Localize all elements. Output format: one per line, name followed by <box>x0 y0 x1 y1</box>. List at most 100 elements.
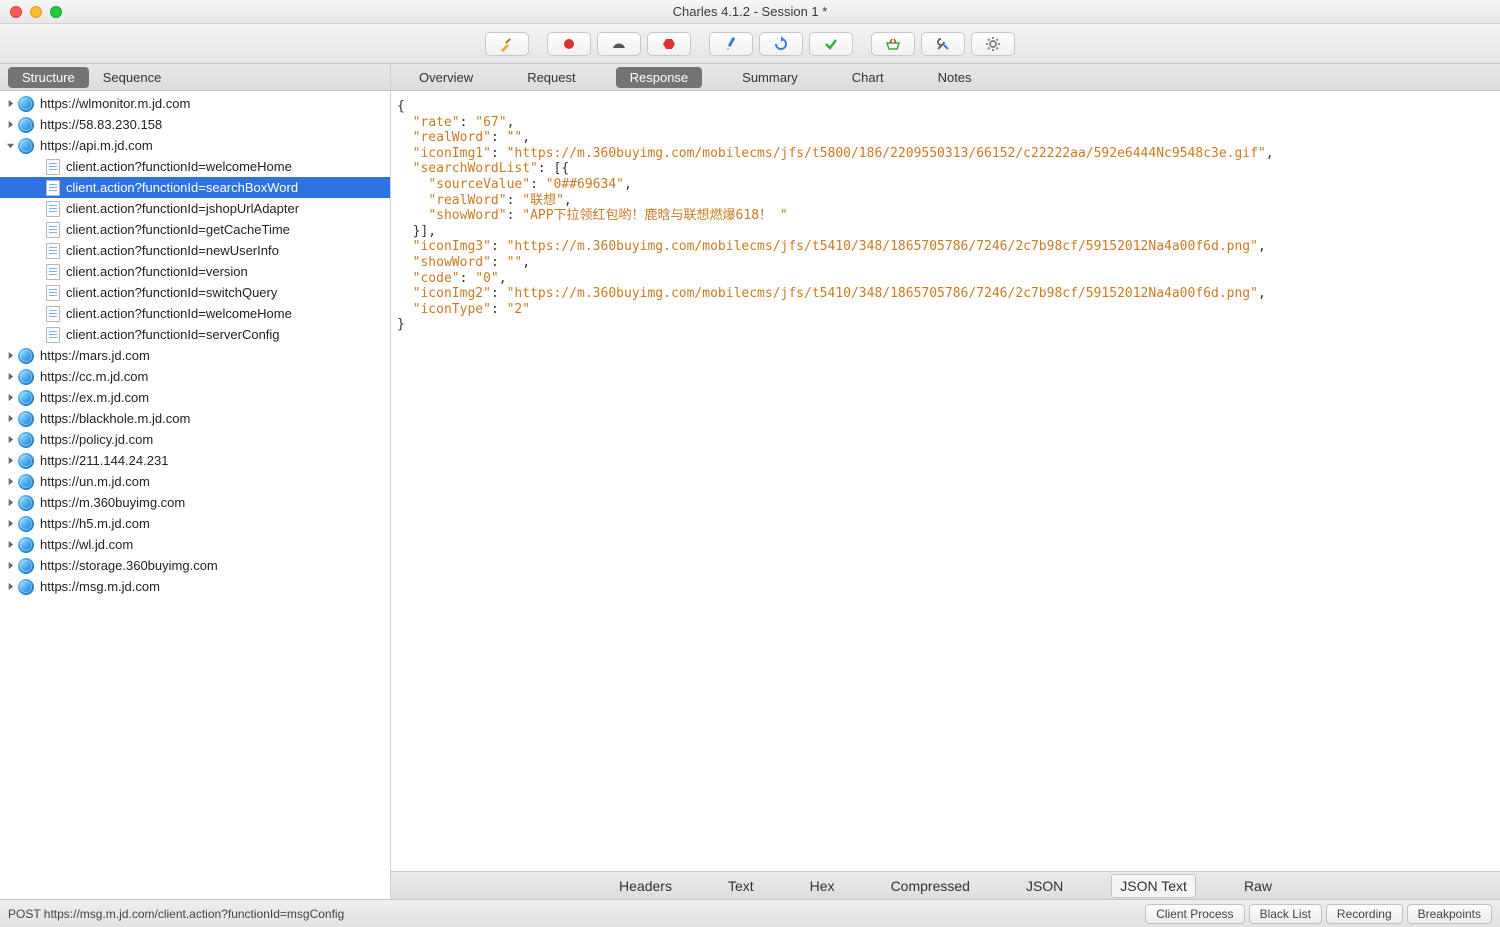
request-label: client.action?functionId=newUserInfo <box>66 243 279 258</box>
host-node[interactable]: https://wlmonitor.m.jd.com <box>0 93 390 114</box>
request-node[interactable]: client.action?functionId=getCacheTime <box>0 219 390 240</box>
bottom-tabbar: Headers Text Hex Compressed JSON JSON Te… <box>391 871 1500 899</box>
settings-button[interactable] <box>971 32 1015 56</box>
btab-raw[interactable]: Raw <box>1236 875 1280 897</box>
file-icon <box>46 285 60 301</box>
chevron-right-icon[interactable] <box>4 434 16 446</box>
chevron-right-icon[interactable] <box>4 455 16 467</box>
minimize-window-icon[interactable] <box>30 6 42 18</box>
tab-request[interactable]: Request <box>513 67 589 88</box>
request-label: client.action?functionId=welcomeHome <box>66 306 292 321</box>
file-icon <box>46 306 60 322</box>
tab-notes[interactable]: Notes <box>924 67 986 88</box>
window-title: Charles 4.1.2 - Session 1 * <box>0 4 1500 19</box>
chevron-right-icon[interactable] <box>4 518 16 530</box>
close-window-icon[interactable] <box>10 6 22 18</box>
btab-json[interactable]: JSON <box>1018 875 1071 897</box>
request-node[interactable]: client.action?functionId=jshopUrlAdapter <box>0 198 390 219</box>
pill-breakpoints[interactable]: Breakpoints <box>1407 904 1492 924</box>
globe-icon <box>18 474 34 490</box>
request-label: client.action?functionId=welcomeHome <box>66 159 292 174</box>
tools-button[interactable] <box>921 32 965 56</box>
host-node[interactable]: https://cc.m.jd.com <box>0 366 390 387</box>
chevron-right-icon[interactable] <box>4 560 16 572</box>
status-text: POST https://msg.m.jd.com/client.action?… <box>8 907 344 921</box>
globe-icon <box>18 138 34 154</box>
host-node[interactable]: https://mars.jd.com <box>0 345 390 366</box>
btab-compressed[interactable]: Compressed <box>883 875 978 897</box>
chevron-right-icon[interactable] <box>4 497 16 509</box>
validate-button[interactable] <box>809 32 853 56</box>
host-node[interactable]: https://wl.jd.com <box>0 534 390 555</box>
tab-overview[interactable]: Overview <box>405 67 487 88</box>
zoom-window-icon[interactable] <box>50 6 62 18</box>
file-icon <box>46 222 60 238</box>
host-node[interactable]: https://storage.360buyimg.com <box>0 555 390 576</box>
tab-sequence[interactable]: Sequence <box>89 67 176 88</box>
pill-black-list[interactable]: Black List <box>1249 904 1322 924</box>
host-node[interactable]: https://msg.m.jd.com <box>0 576 390 597</box>
broom-button[interactable] <box>485 32 529 56</box>
pill-recording[interactable]: Recording <box>1326 904 1403 924</box>
file-icon <box>46 201 60 217</box>
host-node[interactable]: https://policy.jd.com <box>0 429 390 450</box>
sidebar: Structure Sequence https://wlmonitor.m.j… <box>0 64 391 899</box>
host-node[interactable]: https://211.144.24.231 <box>0 450 390 471</box>
chevron-right-icon[interactable] <box>4 98 16 110</box>
btab-jsontext[interactable]: JSON Text <box>1111 874 1196 898</box>
host-node[interactable]: https://api.m.jd.com <box>0 135 390 156</box>
chevron-right-icon[interactable] <box>4 581 16 593</box>
request-node[interactable]: client.action?functionId=newUserInfo <box>0 240 390 261</box>
host-label: https://211.144.24.231 <box>40 453 168 468</box>
tab-structure[interactable]: Structure <box>8 67 89 88</box>
file-icon <box>46 243 60 259</box>
request-node[interactable]: client.action?functionId=welcomeHome <box>0 303 390 324</box>
host-node[interactable]: https://58.83.230.158 <box>0 114 390 135</box>
chevron-right-icon[interactable] <box>4 392 16 404</box>
chevron-right-icon[interactable] <box>4 119 16 131</box>
request-node[interactable]: client.action?functionId=welcomeHome <box>0 156 390 177</box>
globe-icon <box>18 558 34 574</box>
host-tree[interactable]: https://wlmonitor.m.jd.comhttps://58.83.… <box>0 91 390 899</box>
chevron-right-icon[interactable] <box>4 350 16 362</box>
chevron-right-icon[interactable] <box>4 371 16 383</box>
host-node[interactable]: https://ex.m.jd.com <box>0 387 390 408</box>
record-button[interactable] <box>547 32 591 56</box>
tab-chart[interactable]: Chart <box>838 67 898 88</box>
repeat-button[interactable] <box>759 32 803 56</box>
chevron-right-icon[interactable] <box>4 539 16 551</box>
host-label: https://api.m.jd.com <box>40 138 153 153</box>
host-label: https://blackhole.m.jd.com <box>40 411 190 426</box>
request-node[interactable]: client.action?functionId=serverConfig <box>0 324 390 345</box>
chevron-right-icon[interactable] <box>4 476 16 488</box>
request-node[interactable]: client.action?functionId=searchBoxWord <box>0 177 390 198</box>
host-label: https://msg.m.jd.com <box>40 579 160 594</box>
response-json-text[interactable]: { "rate": "67", "realWord": "", "iconImg… <box>391 91 1500 871</box>
host-node[interactable]: https://un.m.jd.com <box>0 471 390 492</box>
chevron-right-icon[interactable] <box>4 413 16 425</box>
host-node[interactable]: https://m.360buyimg.com <box>0 492 390 513</box>
pill-client-process[interactable]: Client Process <box>1145 904 1244 924</box>
btab-hex[interactable]: Hex <box>802 875 843 897</box>
btab-headers[interactable]: Headers <box>611 875 680 897</box>
request-node[interactable]: client.action?functionId=switchQuery <box>0 282 390 303</box>
edit-button[interactable] <box>709 32 753 56</box>
host-node[interactable]: https://blackhole.m.jd.com <box>0 408 390 429</box>
host-label: https://cc.m.jd.com <box>40 369 148 384</box>
request-node[interactable]: client.action?functionId=version <box>0 261 390 282</box>
throttle-button[interactable] <box>597 32 641 56</box>
host-label: https://storage.360buyimg.com <box>40 558 218 573</box>
file-icon <box>46 159 60 175</box>
host-node[interactable]: https://h5.m.jd.com <box>0 513 390 534</box>
globe-icon <box>18 390 34 406</box>
stop-button[interactable] <box>647 32 691 56</box>
host-label: https://un.m.jd.com <box>40 474 150 489</box>
request-label: client.action?functionId=getCacheTime <box>66 222 290 237</box>
btab-text[interactable]: Text <box>720 875 762 897</box>
basket-button[interactable] <box>871 32 915 56</box>
tab-response[interactable]: Response <box>616 67 703 88</box>
request-label: client.action?functionId=searchBoxWord <box>66 180 298 195</box>
host-label: https://policy.jd.com <box>40 432 153 447</box>
tab-summary[interactable]: Summary <box>728 67 812 88</box>
chevron-down-icon[interactable] <box>4 140 16 152</box>
